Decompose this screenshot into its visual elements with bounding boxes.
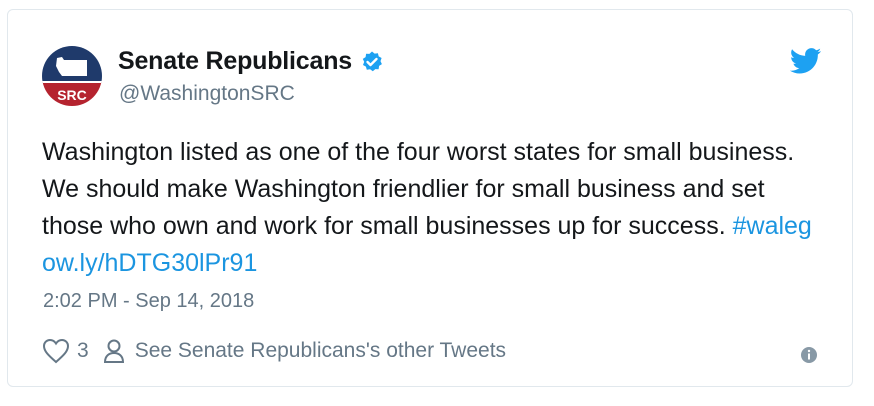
tweet-body: Washington listed as one of the four wor… — [42, 138, 795, 240]
verified-badge-icon — [360, 50, 384, 74]
author-name-row[interactable]: Senate Republicans — [118, 47, 384, 76]
avatar[interactable]: SRC — [42, 46, 102, 106]
author-handle[interactable]: @WashingtonSRC — [119, 82, 295, 106]
heart-icon[interactable] — [42, 338, 70, 364]
tweet-card: SRC Senate Republicans @WashingtonSRC Wa… — [7, 9, 853, 387]
url-link[interactable]: ow.ly/hDTG30lPr91 — [42, 249, 257, 277]
avatar-logo-icon: SRC — [42, 46, 102, 106]
tweet-text: Washington listed as one of the four wor… — [42, 134, 822, 282]
other-tweets-link[interactable]: See Senate Republicans's other Tweets — [135, 339, 506, 363]
info-icon[interactable] — [800, 346, 818, 364]
author-display-name[interactable]: Senate Republicans — [118, 47, 352, 76]
twitter-bird-icon[interactable] — [789, 48, 822, 74]
person-icon[interactable] — [103, 338, 125, 364]
tweet-actions: 3 See Senate Republicans's other Tweets — [42, 338, 506, 364]
like-count[interactable]: 3 — [77, 339, 89, 363]
tweet-timestamp[interactable]: 2:02 PM - Sep 14, 2018 — [43, 290, 254, 313]
avatar-text: SRC — [57, 87, 87, 103]
hashtag-link[interactable]: #waleg — [733, 212, 812, 240]
